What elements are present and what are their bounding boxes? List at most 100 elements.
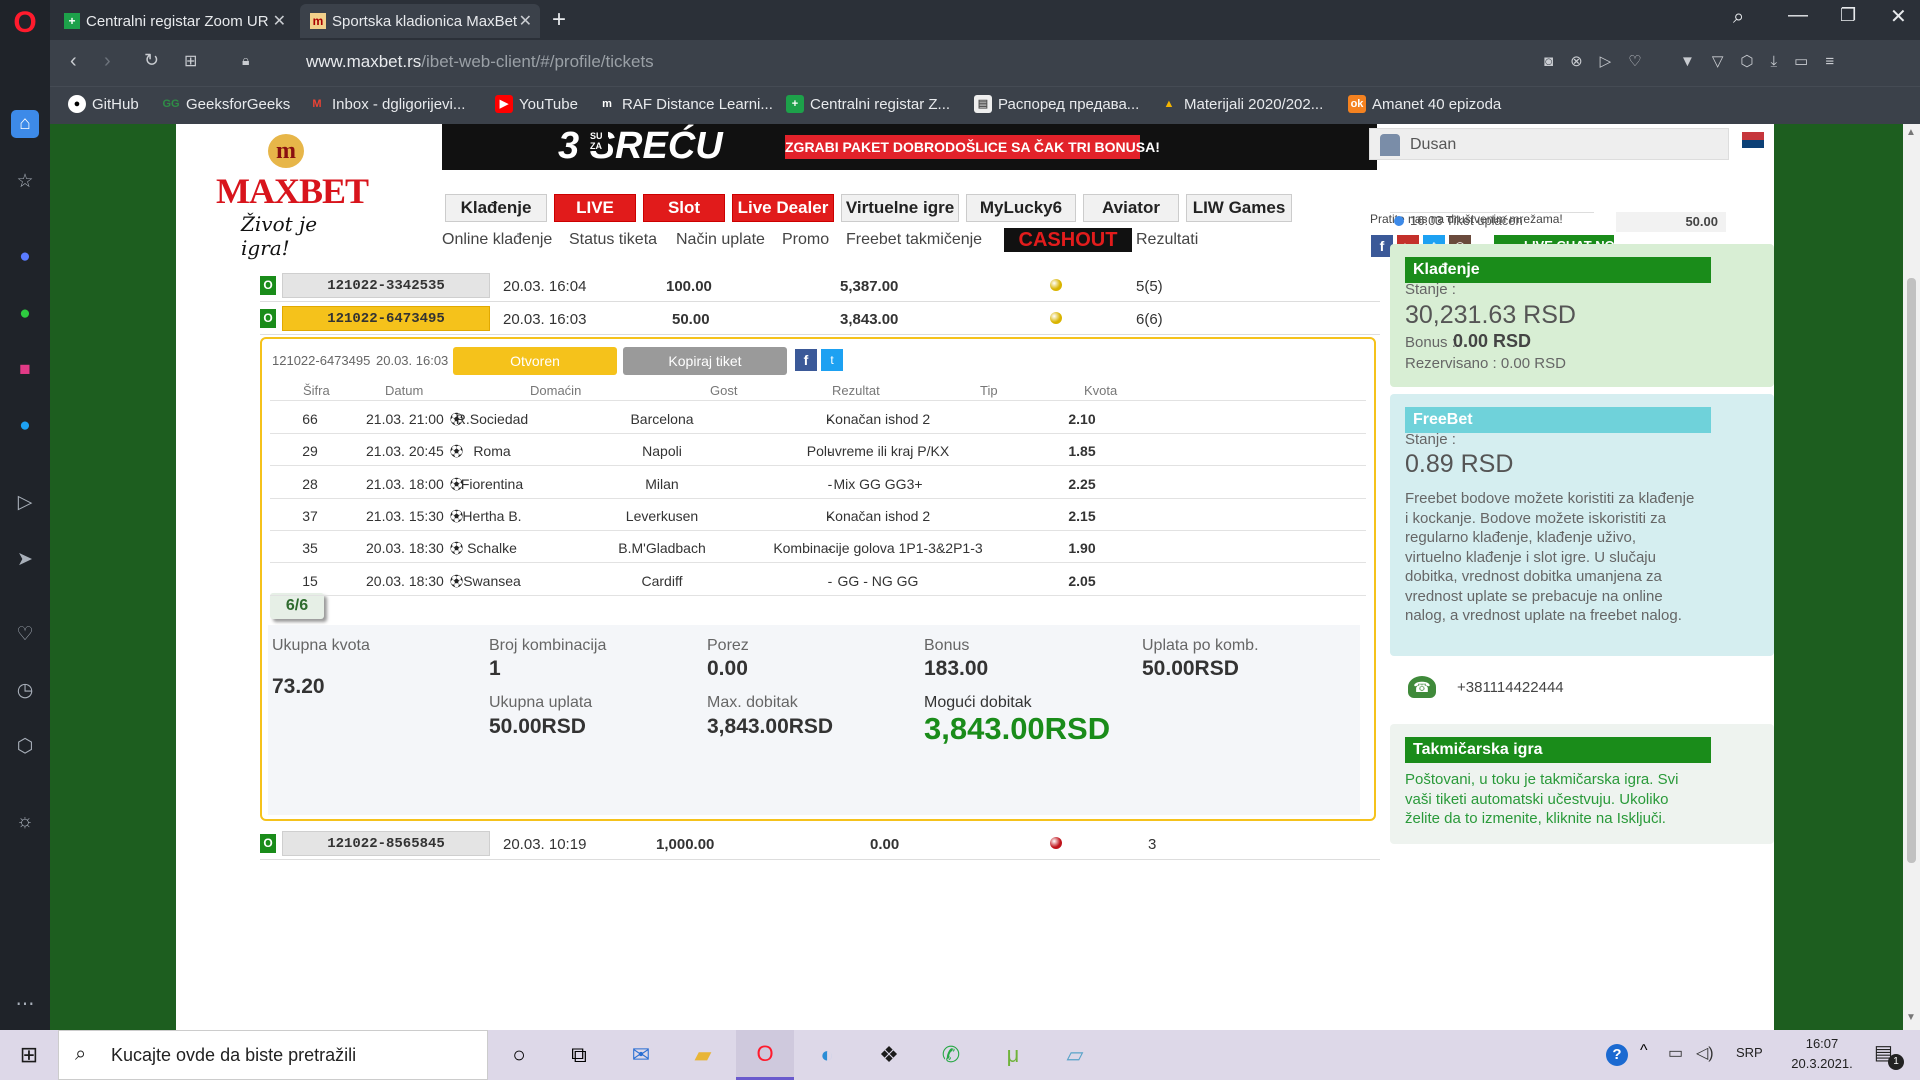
lightbulb-icon[interactable]: ☼: [11, 808, 39, 836]
nav-aviator[interactable]: Aviator: [1083, 194, 1179, 222]
download-icon[interactable]: ⤓: [1771, 53, 1795, 70]
speed-dial-icon[interactable]: ⊞: [184, 51, 197, 71]
edge-icon[interactable]: ◐: [798, 1030, 856, 1080]
heart-icon[interactable]: ♡: [11, 620, 39, 648]
opera-taskbar-icon[interactable]: O: [736, 1030, 794, 1080]
bookmark-amanet[interactable]: ok Amanet 40 epizoda: [1348, 95, 1501, 113]
flow-icon[interactable]: ▷: [1600, 53, 1629, 70]
search-tabs-icon[interactable]: ⌕: [1733, 6, 1744, 29]
whatsapp-taskbar-icon[interactable]: ✆: [922, 1030, 980, 1080]
share-twitter-icon[interactable]: t: [821, 349, 843, 371]
home-icon[interactable]: ⌂: [11, 110, 39, 138]
clock-time[interactable]: 16:07: [1780, 1036, 1864, 1051]
windows-start-icon[interactable]: ⊞: [0, 1030, 58, 1080]
show-hidden-icon[interactable]: ^: [1640, 1042, 1648, 1060]
taskbar-search[interactable]: ⌕ Kucajte ovde da biste pretražili: [58, 1030, 488, 1080]
battery-tray-icon[interactable]: ▭: [1668, 1043, 1683, 1063]
cashout-link[interactable]: CASHOUT: [1004, 228, 1132, 252]
link-online-kladjenje[interactable]: Online klađenje: [442, 231, 552, 249]
maxbet-logo[interactable]: m MAXBET Život je igra!: [216, 130, 369, 260]
history-icon[interactable]: ◷: [11, 676, 39, 704]
tab-maxbet[interactable]: m Sportska kladionica MaxBet ✕: [300, 4, 540, 38]
ticket-row[interactable]: O 121022-8565845 20.03. 10:19 1,000.00 0…: [260, 828, 1380, 860]
url-field[interactable]: www.maxbet.rs/ibet-web-client/#/profile/…: [306, 52, 654, 72]
scroll-down-icon[interactable]: ▼: [1906, 1012, 1916, 1023]
link-promo[interactable]: Promo: [782, 231, 829, 249]
nav-live-dealer[interactable]: Live Dealer: [732, 194, 834, 222]
send-icon[interactable]: ➤: [11, 545, 39, 573]
bookmark-geeksforgeeks[interactable]: GG GeeksforGeeks: [162, 95, 290, 113]
ticket-id[interactable]: 121022-6473495: [282, 306, 490, 331]
link-freebet-takmicenje[interactable]: Freebet takmičenje: [846, 231, 982, 249]
reload-icon[interactable]: ↻: [144, 50, 159, 71]
bookmark-heart-icon[interactable]: ♡: [1628, 53, 1658, 70]
app-icon[interactable]: ▱: [1046, 1030, 1104, 1080]
forward-icon[interactable]: ›: [104, 50, 111, 73]
bookmark-materijali[interactable]: ▲ Materijali 2020/202...: [1160, 95, 1324, 113]
close-tab-icon[interactable]: ✕: [519, 11, 532, 31]
bookmark-youtube[interactable]: ▶ YouTube: [495, 95, 578, 113]
nav-virtuelne-igre[interactable]: Virtuelne igre: [841, 194, 959, 222]
serbian-flag-icon[interactable]: [1742, 132, 1764, 156]
bookmark-raf[interactable]: m RAF Distance Learni...: [598, 95, 773, 113]
cube-icon[interactable]: ⬡: [1740, 53, 1770, 70]
shield-icon[interactable]: ▽: [1712, 53, 1741, 70]
star-icon[interactable]: ☆: [11, 167, 39, 195]
bookmark-raspored[interactable]: ▤ Распоред предава...: [974, 95, 1139, 113]
back-icon[interactable]: ‹: [70, 50, 77, 73]
mail-icon[interactable]: ✉: [612, 1030, 670, 1080]
scroll-up-icon[interactable]: ▲: [1906, 127, 1916, 138]
cortana-icon[interactable]: ○: [490, 1030, 548, 1080]
adblock-icon[interactable]: ⊗: [1570, 53, 1600, 70]
phone-number[interactable]: +381114422444: [1457, 679, 1564, 696]
nav-slot[interactable]: Slot: [643, 194, 725, 222]
ticket-id[interactable]: 121022-8565845: [282, 831, 490, 856]
camera-icon[interactable]: ◙: [1544, 53, 1570, 70]
scrollbar-thumb[interactable]: [1907, 278, 1916, 863]
clock-date[interactable]: 20.3.2021.: [1780, 1056, 1864, 1071]
ticket-row[interactable]: O 121022-3342535 20.03. 16:04 100.00 5,3…: [260, 270, 1380, 302]
link-nacin-uplate[interactable]: Način uplate: [676, 231, 765, 249]
page-scrollbar[interactable]: ▲ ▼: [1903, 124, 1920, 1030]
link-rezultati[interactable]: Rezultati: [1136, 231, 1198, 249]
close-window-icon[interactable]: ✕: [1890, 4, 1907, 29]
minimize-icon[interactable]: —: [1788, 4, 1808, 27]
nav-mylucky6[interactable]: MyLucky6: [966, 194, 1076, 222]
utorrent-icon[interactable]: μ: [984, 1030, 1042, 1080]
bookmark-github[interactable]: ● GitHub: [68, 95, 139, 113]
menu-icon[interactable]: ≡: [1825, 53, 1851, 70]
instagram-icon[interactable]: ■: [11, 356, 39, 384]
link-status-tiketa[interactable]: Status tiketa: [569, 231, 657, 249]
vpn-icon[interactable]: ▼: [1680, 53, 1712, 70]
lock-icon[interactable]: 🔒︎: [242, 52, 249, 69]
bookmark-inbox[interactable]: M Inbox - dgligorijevi...: [308, 95, 465, 113]
opera-logo-icon[interactable]: O: [8, 4, 42, 42]
new-tab-icon[interactable]: +: [552, 6, 566, 34]
user-bar[interactable]: Dusan: [1369, 128, 1729, 160]
task-view-icon[interactable]: ⧉: [550, 1030, 608, 1080]
share-facebook-icon[interactable]: f: [795, 349, 817, 371]
ticket-row[interactable]: O 121022-6473495 20.03. 16:03 50.00 3,84…: [260, 303, 1380, 335]
language-indicator[interactable]: SRP: [1736, 1045, 1763, 1060]
restore-icon[interactable]: ❐: [1840, 5, 1856, 26]
extensions-icon[interactable]: ⬡: [11, 732, 39, 760]
tab-centralni-registar[interactable]: + Centralni registar Zoom UR ✕: [54, 4, 294, 38]
twitter-icon[interactable]: ●: [11, 412, 39, 440]
bookmark-centralni[interactable]: + Centralni registar Z...: [786, 95, 950, 113]
close-tab-icon[interactable]: ✕: [273, 11, 286, 31]
nav-kladjenje[interactable]: Klađenje: [445, 194, 547, 222]
nav-live[interactable]: LIVE: [554, 194, 636, 222]
open-status-button[interactable]: Otvoren: [453, 347, 617, 375]
copy-ticket-button[interactable]: Kopiraj tiket: [623, 347, 787, 375]
messenger-icon[interactable]: ●: [11, 243, 39, 271]
nav-liw-games[interactable]: LIW Games: [1186, 194, 1292, 222]
dropbox-icon[interactable]: ❖: [860, 1030, 918, 1080]
player-icon[interactable]: ▷: [11, 488, 39, 516]
battery-icon[interactable]: ▭: [1794, 53, 1825, 70]
help-icon[interactable]: ?: [1606, 1044, 1628, 1066]
ticket-id[interactable]: 121022-3342535: [282, 273, 490, 298]
whatsapp-icon[interactable]: ●: [11, 300, 39, 328]
volume-icon[interactable]: ◁): [1696, 1043, 1714, 1063]
promo-banner[interactable]: 3 SREĆU SU ZA ZGRABI PAKET DOBRODOŠLICE …: [442, 124, 1377, 170]
more-icon[interactable]: ⋯: [11, 990, 39, 1018]
